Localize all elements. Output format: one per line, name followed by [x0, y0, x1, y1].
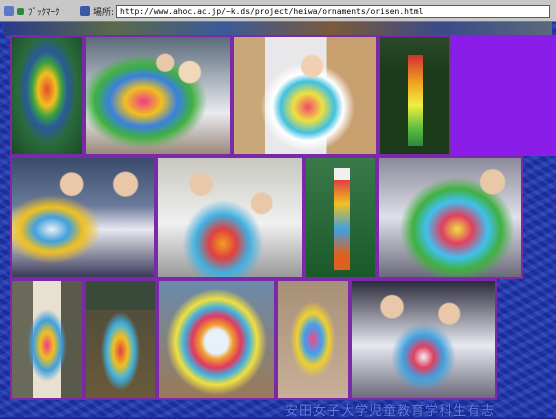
- photo-two-boys: [156, 156, 304, 279]
- photo-chain-on-green-board: [304, 156, 377, 279]
- bookmark-flag-icon: [17, 8, 24, 15]
- page: { "toolbar": { "bookmarks_label": "ﾌﾞｯｸﾏ…: [0, 0, 556, 419]
- photo-crane-bundle: [10, 35, 84, 156]
- photo-rainbow-crane-chain: [378, 35, 451, 156]
- photo-bag-of-cranes: [157, 279, 276, 400]
- location-icon: [80, 6, 90, 16]
- photo-chain-held-up: [276, 279, 350, 400]
- address-label: 場所:: [93, 8, 115, 18]
- photo-two-students-chains: [350, 279, 497, 400]
- footer-credit: 安田女子大学児童教育学科生有志: [285, 404, 496, 419]
- photo-chain-display-board: [10, 279, 84, 400]
- bookmarks-label[interactable]: ﾌﾞｯｸﾏｰｸ: [28, 5, 60, 18]
- previous-row-strip: [4, 22, 552, 35]
- photo-student-with-boxes: [232, 35, 378, 156]
- purple-panel: [451, 35, 556, 156]
- browser-toolbar: ﾌﾞｯｸﾏｰｸ 場所: http://www.ahoc.ac.jp/~k.ds/…: [0, 0, 556, 22]
- photo-students-crane-strings: [84, 35, 232, 156]
- photo-student-long-strings: [377, 156, 523, 279]
- address-field[interactable]: http://www.ahoc.ac.jp/~k.ds/project/heiw…: [116, 5, 550, 18]
- photo-students-holding-chains: [10, 156, 156, 279]
- bookmarks-icon[interactable]: [4, 6, 14, 16]
- photo-chain-outdoors: [84, 279, 157, 400]
